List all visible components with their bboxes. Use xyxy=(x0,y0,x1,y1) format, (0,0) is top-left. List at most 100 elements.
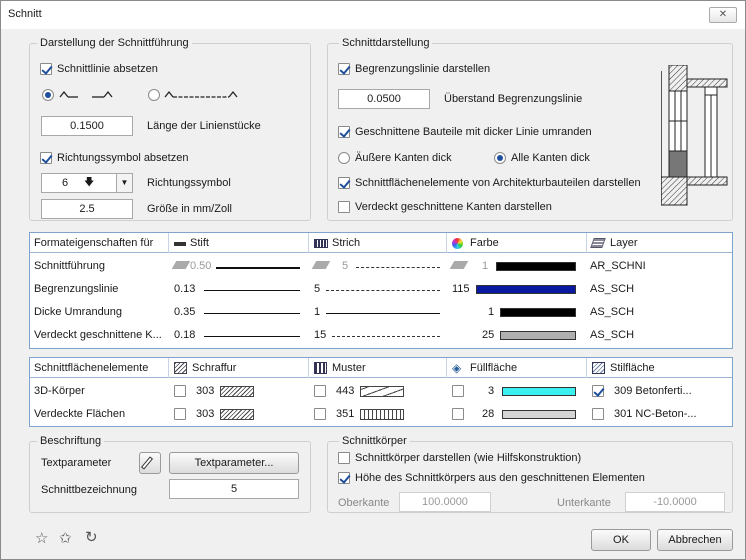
format-col-sep xyxy=(168,233,169,253)
format-header-stift: Stift xyxy=(190,237,209,249)
table-row[interactable]: Begrenzungslinie 0.13 5 115 AS_SCH xyxy=(30,278,732,301)
begrenzung-checkbox[interactable] xyxy=(338,63,350,75)
line-type-icon xyxy=(314,239,328,248)
hatch-icon xyxy=(174,362,187,374)
cancel-button[interactable]: Abbrechen xyxy=(657,529,733,551)
row-stil: 301 NC-Beton-... xyxy=(614,408,697,420)
stift-line-sample xyxy=(216,267,300,269)
flaechen-table: Schnittflächenelemente Schraffur Muster … xyxy=(29,357,733,427)
verdeckt-checkbox[interactable] xyxy=(338,201,350,213)
close-button[interactable]: ✕ xyxy=(709,7,737,23)
format-table: Formateigenschaften für Stift Strich Far… xyxy=(29,232,733,349)
layer-icon xyxy=(590,238,606,248)
schnittflaechen-checkbox[interactable] xyxy=(338,177,350,189)
richtungssymbol-select[interactable]: 6 🡇 ▼ xyxy=(41,173,133,193)
row-name: 3D-Körper xyxy=(34,385,85,397)
table-row[interactable]: Verdeckt geschnittene K... 0.18 15 25 AS… xyxy=(30,324,732,347)
pattern-icon xyxy=(314,362,327,374)
dicke-linie-label: Geschnittene Bauteile mit dicker Linie u… xyxy=(355,126,592,138)
richtungssymbol-label: Richtungssymbol xyxy=(147,177,231,189)
schraffur-preview xyxy=(220,386,254,397)
schraffur-checkbox[interactable] xyxy=(174,385,186,397)
row-schraffur: 303 xyxy=(196,408,215,420)
ueberstand-input[interactable]: 0.0500 xyxy=(338,89,430,109)
schnittbezeichnung-label: Schnittbezeichnung xyxy=(41,484,138,496)
groesse-input[interactable]: 2.5 xyxy=(41,199,133,219)
linienstuecke-input[interactable]: 0.1500 xyxy=(41,116,133,136)
alle-kanten-radio[interactable] xyxy=(494,152,506,164)
schnittflaechen-label: Schnittflächenelemente von Architekturba… xyxy=(355,177,641,189)
pipette-icon xyxy=(140,456,154,470)
schraffur-checkbox[interactable] xyxy=(174,408,186,420)
row-strich: 15 xyxy=(314,329,327,341)
row-muster: 351 xyxy=(336,408,355,420)
chevron-down-icon[interactable]: ▼ xyxy=(116,174,132,192)
stil-checkbox[interactable] xyxy=(592,385,604,397)
begrenzung-label: Begrenzungslinie darstellen xyxy=(355,63,491,75)
flaechen-col-sep xyxy=(586,358,587,378)
schnittlinie-label: Schnittlinie absetzen xyxy=(57,63,158,75)
oberkante-label: Oberkante xyxy=(338,497,390,509)
reset-icon[interactable]: ↻ xyxy=(85,530,103,546)
oberkante-input[interactable]: 100.0000 xyxy=(399,492,491,512)
schnittkoerper-darstellen-checkbox[interactable] xyxy=(338,452,350,464)
ok-button[interactable]: OK xyxy=(591,529,651,551)
richtungssymbol-value: 6 xyxy=(62,177,69,189)
aeussere-kanten-radio[interactable] xyxy=(338,152,350,164)
fuell-checkbox[interactable] xyxy=(452,385,464,397)
flaechen-header-schraffur: Schraffur xyxy=(192,362,237,374)
table-row[interactable]: 3D-Körper 303 443 3 309 Betonferti... xyxy=(30,380,732,403)
flaechen-col-sep xyxy=(168,358,169,378)
line-style-long-icon xyxy=(164,90,238,98)
section-preview-image xyxy=(661,65,728,206)
color-wheel-icon xyxy=(452,238,463,249)
pipette-button[interactable] xyxy=(139,452,161,474)
groesse-label: Größe in mm/Zoll xyxy=(147,203,232,215)
row-schraffur: 303 xyxy=(196,385,215,397)
stift-line-sample xyxy=(204,313,300,314)
schnittbezeichnung-input[interactable]: 5 xyxy=(169,479,299,499)
row-name: Verdeckt geschnittene K... xyxy=(34,329,162,341)
strich-line-sample xyxy=(356,267,440,268)
hoehe-checkbox[interactable] xyxy=(338,472,350,484)
flaechen-table-header: Schnittflächenelemente Schraffur Muster … xyxy=(30,358,732,378)
row-stift: 0.18 xyxy=(174,329,196,341)
unterkante-input[interactable]: -10.0000 xyxy=(625,492,725,512)
richtungssymbol-absetzen-label: Richtungssymbol absetzen xyxy=(57,152,189,164)
folder-star-icon[interactable]: ☆ xyxy=(35,531,53,547)
fuell-checkbox[interactable] xyxy=(452,408,464,420)
format-header-strich: Strich xyxy=(332,237,361,249)
line-style-radio-long[interactable] xyxy=(148,89,160,101)
stil-checkbox[interactable] xyxy=(592,408,604,420)
flaechen-col-sep xyxy=(308,358,309,378)
save-favorite-icon[interactable]: ✩ xyxy=(59,531,77,547)
textparameter-button[interactable]: Textparameter... xyxy=(169,452,299,474)
row-muster: 443 xyxy=(336,385,355,397)
farbe-swatch xyxy=(476,285,576,294)
richtungssymbol-checkbox[interactable] xyxy=(40,152,52,164)
window-title: Schnitt xyxy=(8,8,42,20)
flaechen-col-sep xyxy=(446,358,447,378)
line-style-radio-short[interactable] xyxy=(42,89,54,101)
row-layer: AS_SCH xyxy=(590,283,635,295)
flaechen-header-fuell: Füllfläche xyxy=(470,362,518,374)
table-row[interactable]: Schnittführung 0.50 5 1 AR_SCHNI xyxy=(30,255,732,278)
schnittlinie-checkbox[interactable] xyxy=(40,63,52,75)
format-header-farbe: Farbe xyxy=(470,237,499,249)
format-col-sep xyxy=(446,233,447,253)
group-beschriftung-title: Beschriftung xyxy=(37,435,105,447)
muster-checkbox[interactable] xyxy=(314,408,326,420)
dicke-linie-checkbox[interactable] xyxy=(338,126,350,138)
row-name: Schnittführung xyxy=(34,260,105,272)
table-row[interactable]: Dicke Umrandung 0.35 1 1 AS_SCH xyxy=(30,301,732,324)
table-row[interactable]: Verdeckte Flächen 303 351 28 301 NC-Beto… xyxy=(30,403,732,426)
row-fuell: 28 xyxy=(482,408,495,420)
schnittkoerper-darstellen-label: Schnittkörper darstellen (wie Hilfskonst… xyxy=(355,452,582,464)
farbe-link-icon xyxy=(449,261,469,269)
row-farbe: 1 xyxy=(488,306,495,318)
row-stift: 0.13 xyxy=(174,283,196,295)
unterkante-label: Unterkante xyxy=(557,497,611,509)
row-layer: AS_SCH xyxy=(590,306,635,318)
muster-checkbox[interactable] xyxy=(314,385,326,397)
format-col-sep xyxy=(586,233,587,253)
